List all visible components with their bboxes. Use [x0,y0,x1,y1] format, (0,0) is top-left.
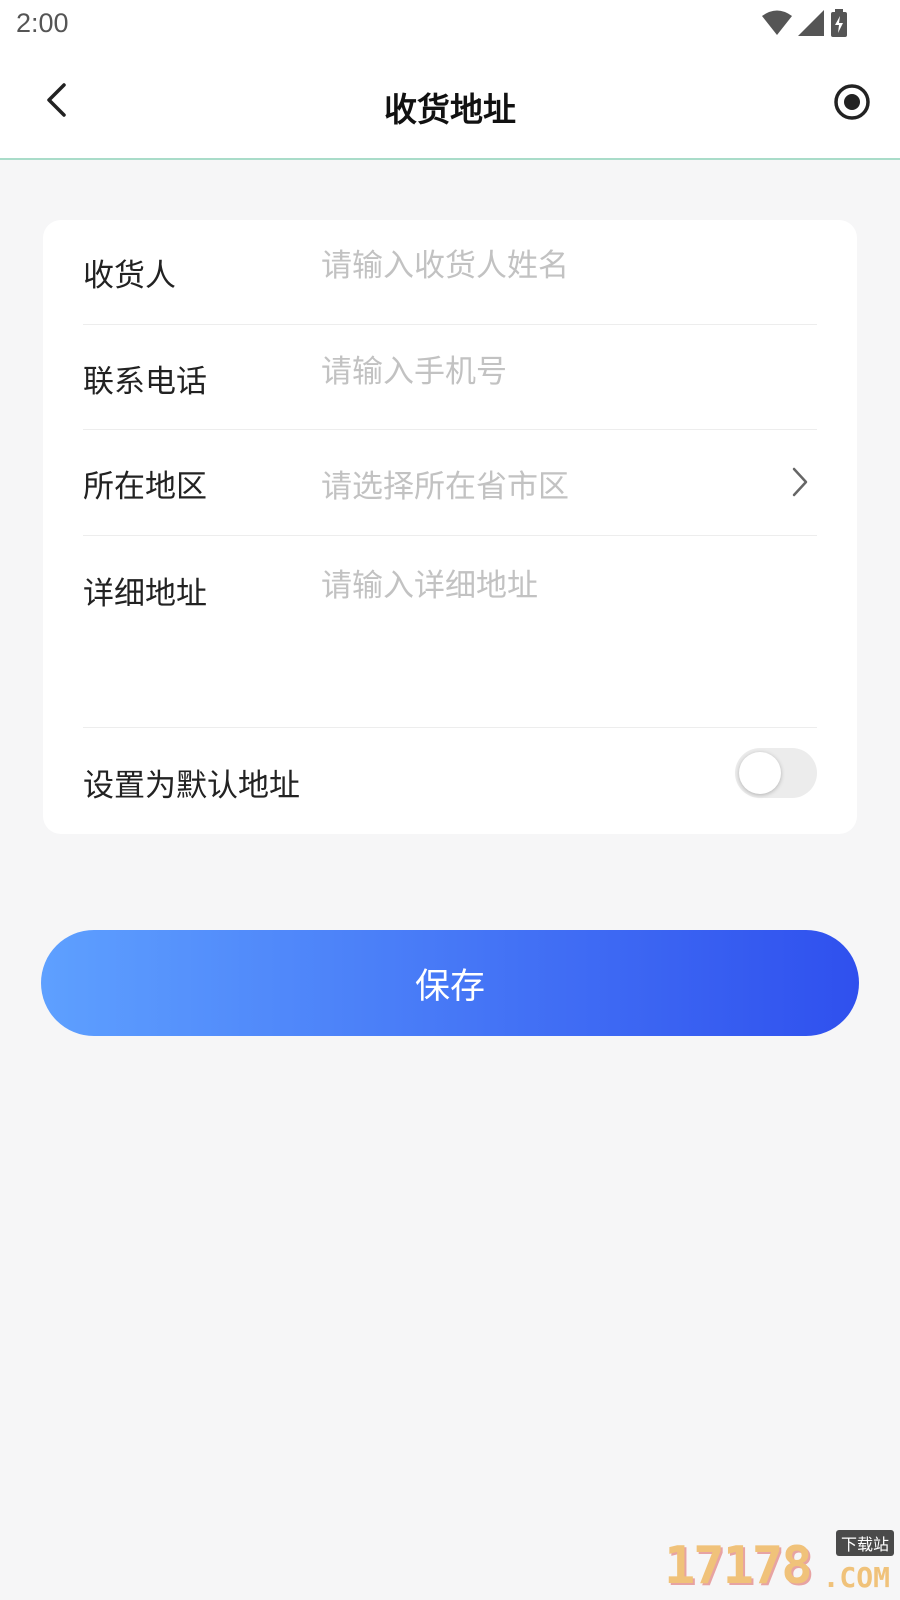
cell-signal-icon [798,10,824,36]
phone-label: 联系电话 [83,364,207,400]
watermark-tag: 下载站 [835,1530,894,1556]
chevron-right-icon [791,466,809,502]
status-icons [762,9,848,37]
receiver-row: 收货人 [83,220,817,325]
receiver-label: 收货人 [83,258,176,294]
address-form-card: 收货人 联系电话 所在地区 请选择所在省市区 详细地址 设置为默认地址 [43,220,857,834]
status-bar: 2:00 [0,0,900,50]
status-time: 2:00 [16,8,69,38]
save-button[interactable]: 保存 [41,930,859,1036]
wifi-icon [762,10,792,36]
watermark-suffix: .COM [822,1561,890,1594]
phone-row: 联系电话 [83,325,817,430]
app-bar: 收货地址 [0,50,900,160]
detail-textarea[interactable] [321,566,761,706]
phone-input[interactable] [321,354,761,390]
page-title: 收货地址 [384,90,516,129]
default-address-label: 设置为默认地址 [83,768,300,804]
watermark-logo: 17178 .COM 下载站 [664,1530,894,1596]
record-button[interactable] [832,82,872,122]
default-address-toggle[interactable] [735,748,817,798]
detail-label: 详细地址 [83,576,207,612]
region-row[interactable]: 所在地区 请选择所在省市区 [83,430,817,536]
watermark-main: 17178 [664,1536,813,1596]
receiver-input[interactable] [321,248,761,284]
default-address-row: 设置为默认地址 [83,728,817,834]
toggle-knob [739,752,781,794]
region-select[interactable]: 请选择所在省市区 [321,461,761,506]
battery-charging-icon [830,9,848,37]
region-label: 所在地区 [83,469,207,505]
detail-row: 详细地址 [83,536,817,728]
record-icon [832,84,872,126]
